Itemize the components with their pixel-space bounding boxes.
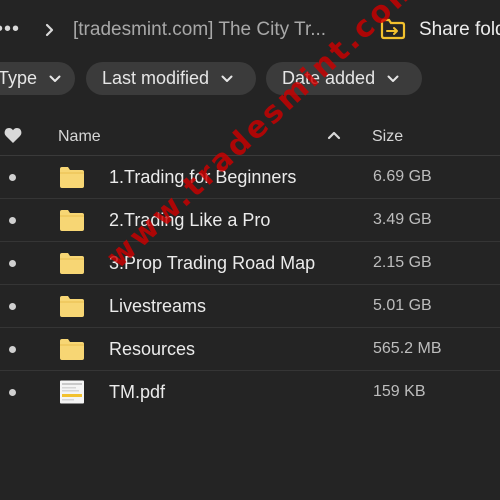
file-name: 1.Trading for Beginners: [109, 167, 297, 187]
file-name: 3.Prop Trading Road Map: [109, 253, 316, 273]
type-filter-label: Type: [0, 68, 38, 88]
file-size: 159 KB: [373, 383, 426, 400]
pdf-file-icon: [60, 380, 84, 404]
last-modified-filter-label: Last modified: [102, 68, 210, 88]
file-name: Livestreams: [109, 296, 207, 316]
file-name: 2.Trading Like a Pro: [109, 210, 271, 230]
heart-icon[interactable]: [4, 127, 22, 144]
sort-up-icon[interactable]: [327, 130, 341, 140]
row-bullet-icon: [9, 217, 16, 224]
folder-icon: [60, 167, 84, 188]
type-filter-chip[interactable]: Type: [0, 62, 75, 95]
folder-icon: [60, 296, 84, 317]
chevron-down-icon: [49, 75, 61, 82]
file-row[interactable]: 3.Prop Trading Road Map 2.15 GB: [0, 242, 500, 285]
share-folder-icon[interactable]: [380, 18, 406, 40]
folder-icon: [60, 253, 84, 274]
chevron-down-icon: [387, 75, 399, 82]
last-modified-filter-chip[interactable]: Last modified: [86, 62, 256, 95]
file-row[interactable]: Livestreams 5.01 GB: [0, 285, 500, 328]
size-column-header[interactable]: Size: [372, 127, 403, 147]
row-bullet-icon: [9, 260, 16, 267]
folder-icon: [60, 339, 84, 360]
chevron-down-icon: [221, 75, 233, 82]
row-bullet-icon: [9, 174, 16, 181]
top-bar: ••• [tradesmint.com] The City Tr... Shar…: [0, 0, 500, 60]
chevron-right-icon: [45, 23, 54, 37]
file-size: 3.49 GB: [373, 211, 432, 228]
file-row[interactable]: Resources 565.2 MB: [0, 328, 500, 371]
file-size: 5.01 GB: [373, 297, 432, 314]
breadcrumb-current-folder[interactable]: [tradesmint.com] The City Tr...: [73, 18, 326, 42]
file-row[interactable]: TM.pdf 159 KB: [0, 371, 500, 413]
date-added-filter-label: Date added: [282, 68, 376, 88]
folder-icon: [60, 210, 84, 231]
more-options-icon[interactable]: •••: [0, 19, 20, 39]
file-size: 565.2 MB: [373, 340, 442, 357]
row-bullet-icon: [9, 389, 16, 396]
file-list-header: Name Size: [0, 118, 500, 156]
share-folder-button[interactable]: Share fold: [419, 18, 500, 42]
row-bullet-icon: [9, 346, 16, 353]
row-bullet-icon: [9, 303, 16, 310]
file-size: 2.15 GB: [373, 254, 432, 271]
name-column-header[interactable]: Name: [58, 127, 101, 147]
file-row[interactable]: 1.Trading for Beginners 6.69 GB: [0, 156, 500, 199]
file-size: 6.69 GB: [373, 168, 432, 185]
file-name: TM.pdf: [109, 382, 166, 402]
date-added-filter-chip[interactable]: Date added: [266, 62, 422, 95]
file-row[interactable]: 2.Trading Like a Pro 3.49 GB: [0, 199, 500, 242]
file-name: Resources: [109, 339, 196, 359]
